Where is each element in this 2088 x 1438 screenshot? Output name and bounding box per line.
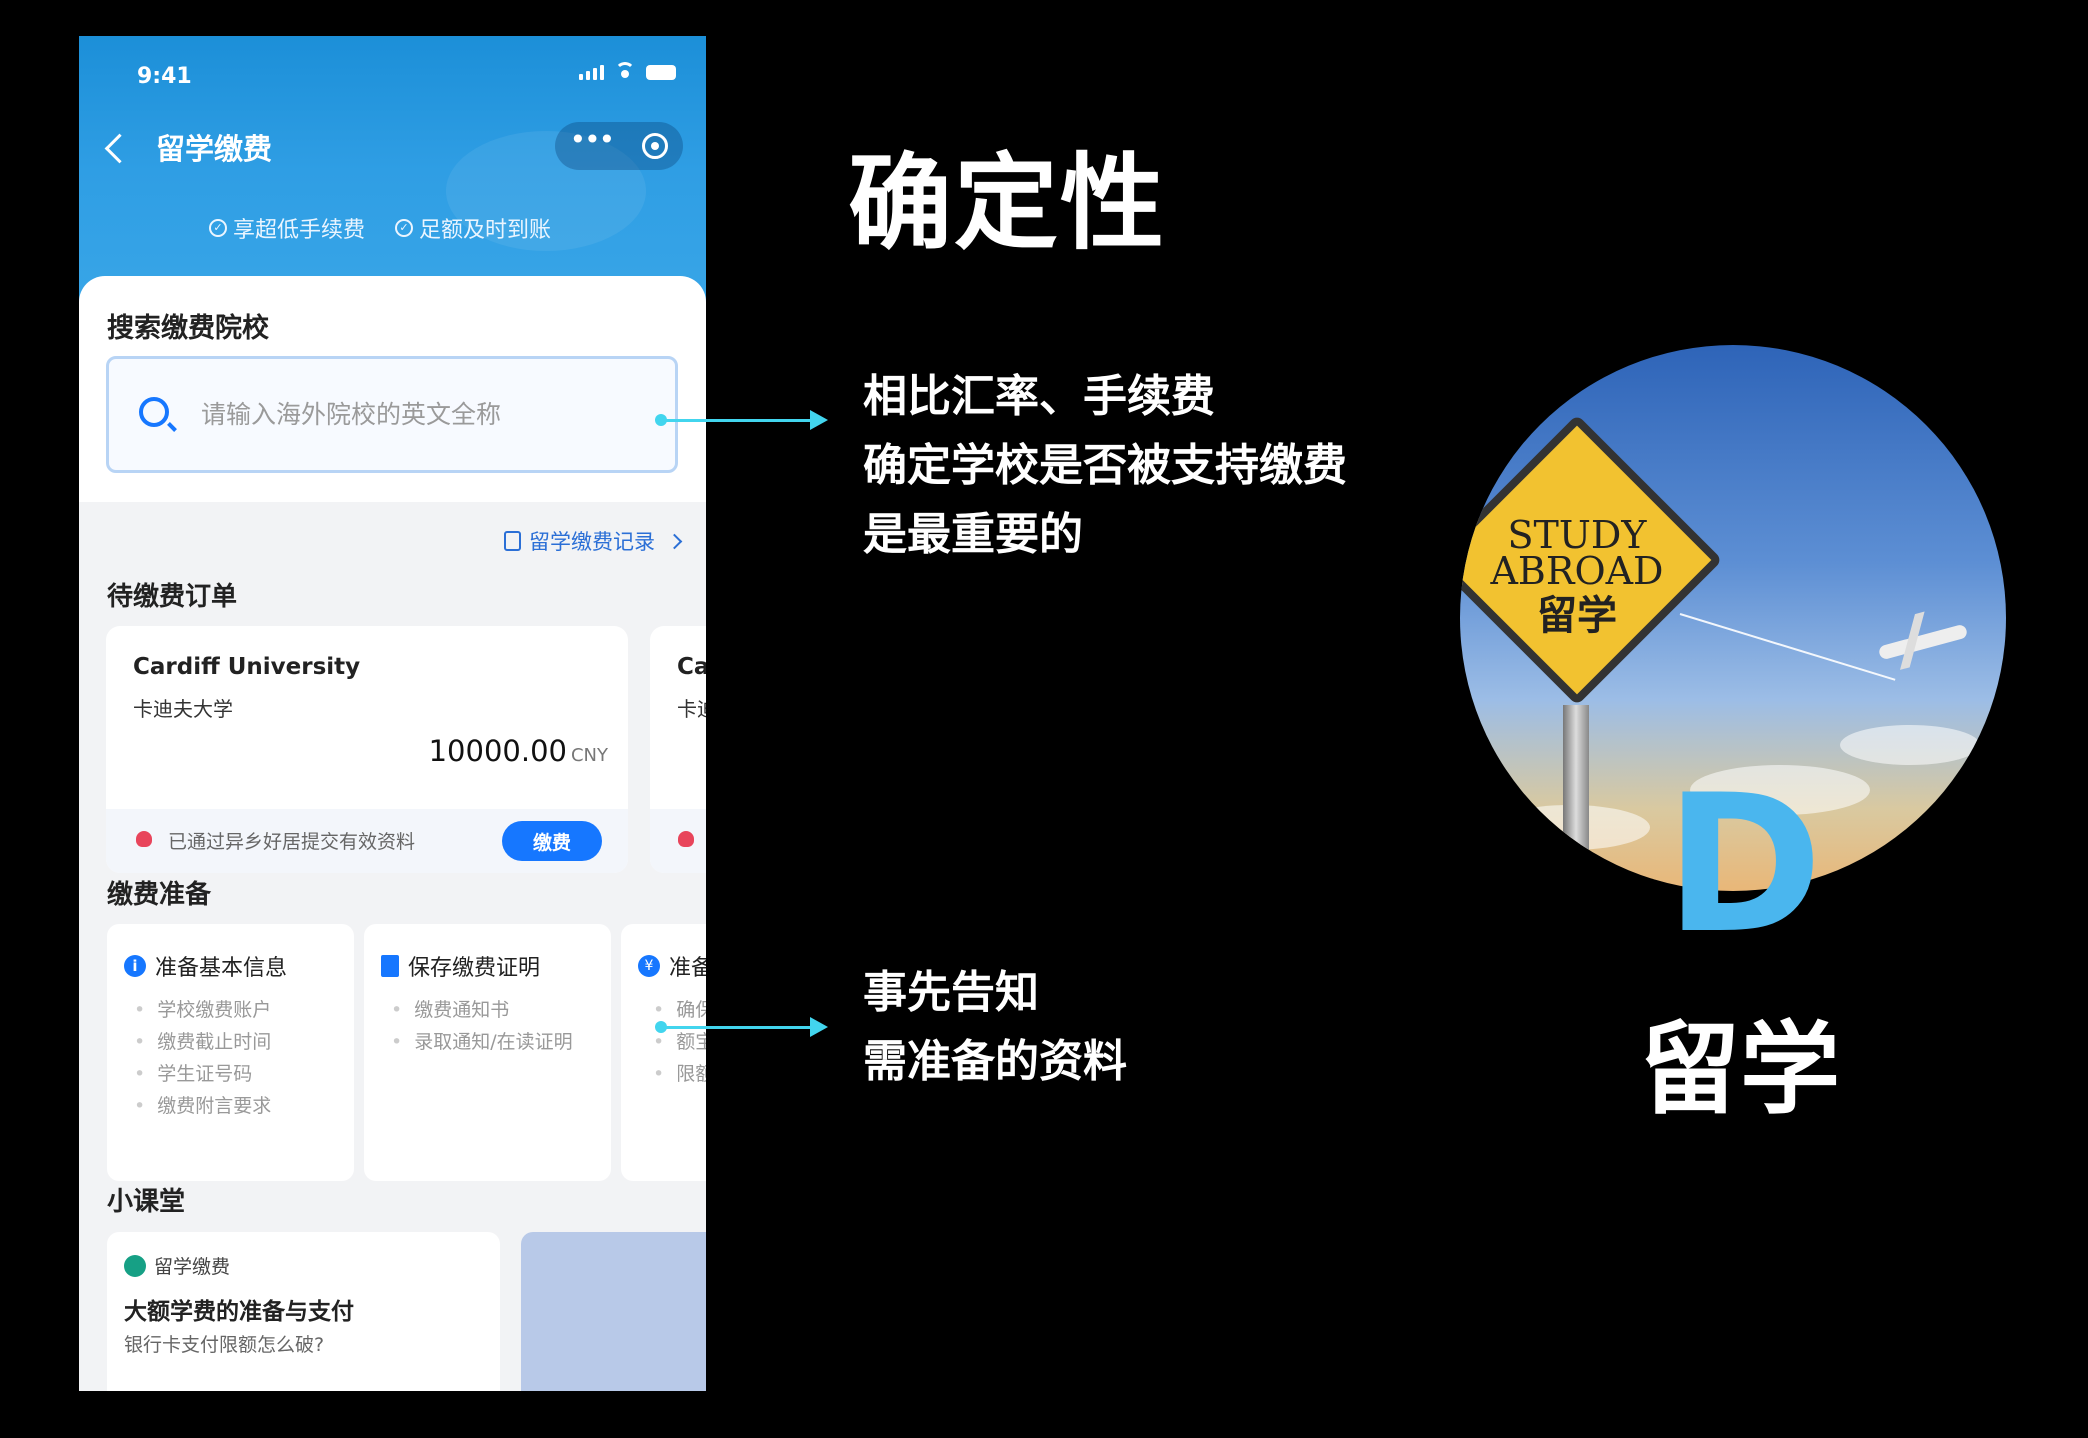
- sign-line-cn: 留学: [1537, 593, 1617, 639]
- mini-class-title: 小课堂: [107, 1187, 186, 1217]
- prep-item: 缴费附言要求: [134, 1090, 271, 1122]
- signal-icon: [579, 65, 604, 80]
- prep-card-title: 准备基本信息: [155, 956, 288, 981]
- order-card-footer: [650, 809, 706, 873]
- order-note: 已通过异乡好居提交有效资料: [168, 831, 416, 853]
- document-icon: [381, 955, 399, 977]
- pending-orders-title: 待缴费订单: [107, 582, 238, 612]
- order-school-name-cn: 卡迪: [677, 697, 706, 721]
- graduation-cap-icon: [124, 1254, 146, 1277]
- class-article-card[interactable]: [521, 1232, 706, 1391]
- prep-item-list: 确保 额宝 限额: [653, 994, 706, 1090]
- check-circle-icon: ✓: [209, 219, 227, 237]
- class-tag-label: 留学缴费: [154, 1256, 231, 1278]
- order-school-name-cn: 卡迪夫大学: [133, 697, 233, 721]
- prep-card-save-proof[interactable]: 保存缴费证明 缴费通知书 录取通知/在读证明: [364, 924, 611, 1181]
- partner-logo-icon: [678, 831, 694, 847]
- prep-card-title: 准备: [669, 956, 706, 981]
- mini-program-capsule: •••: [555, 122, 683, 170]
- annotation-line: 确定学校是否被支持缴费: [863, 440, 1347, 491]
- airplane-icon: [1877, 623, 1969, 661]
- prep-item: 学生证号码: [134, 1058, 271, 1090]
- battery-icon: [646, 65, 676, 80]
- check-circle-icon: ✓: [395, 219, 414, 237]
- annotation-line: 是最重要的: [863, 509, 1083, 560]
- prep-item: 录取通知/在读证明: [391, 1026, 572, 1058]
- prep-card-basic-info[interactable]: i 准备基本信息 学校缴费账户 缴费截止时间 学生证号码 缴费附言要求: [107, 924, 354, 1181]
- info-icon: i: [124, 955, 146, 977]
- yen-icon: ¥: [638, 955, 660, 977]
- road-sign-text: STUDY ABROAD 留学: [1482, 513, 1672, 643]
- badge-full-amount-label: 足额及时到账: [419, 218, 552, 243]
- logo-letter: D: [1665, 754, 1823, 975]
- phone-screen: 9:41 留学缴费 ••• ✓ 享超低手续费 ✓ 足额及时到账 搜索缴费院校 留…: [79, 36, 706, 1391]
- contrail: [1679, 613, 1896, 681]
- logo-name: 留学: [1640, 1011, 1840, 1128]
- close-mini-program-icon[interactable]: [642, 133, 669, 159]
- annotation-line: 相比汇率、手续费: [863, 371, 1215, 422]
- partner-logo-icon: [136, 831, 152, 847]
- payment-records-label: 留学缴费记录: [529, 530, 655, 554]
- badge-full-amount: ✓ 足额及时到账: [395, 212, 551, 244]
- arrow-to-prep: [655, 1017, 828, 1037]
- search-section-title: 搜索缴费院校: [107, 313, 269, 344]
- prep-item-list: 缴费通知书 录取通知/在读证明: [391, 994, 573, 1058]
- class-tag: 留学缴费: [124, 1252, 230, 1279]
- order-school-name: Cardiff University: [133, 654, 361, 680]
- wifi-icon: [614, 62, 636, 80]
- slide-headline: 确定性: [848, 142, 1167, 264]
- prep-item: 学校缴费账户: [134, 994, 271, 1026]
- order-card[interactable]: Cardiff University 卡迪夫大学 10000.00 CNY 已通过…: [106, 626, 628, 873]
- chevron-right-icon: [666, 533, 683, 549]
- badge-low-fee: ✓ 享超低手续费: [209, 212, 365, 244]
- prep-card-header: ¥ 准备: [638, 950, 706, 982]
- order-amount-value: 10000.00: [428, 734, 567, 768]
- search-box[interactable]: [106, 356, 678, 473]
- annotation-search: 相比汇率、手续费 确定学校是否被支持缴费 是最重要的: [863, 362, 1347, 569]
- feature-badges: ✓ 享超低手续费 ✓ 足额及时到账: [209, 212, 551, 244]
- record-list-icon: [504, 531, 521, 551]
- class-article-card[interactable]: 留学缴费 大额学费的准备与支付 银行卡支付限额怎么破?: [107, 1232, 500, 1391]
- order-school-name: Ca: [677, 654, 706, 680]
- sign-line: STUDY: [1507, 513, 1647, 557]
- order-currency: CNY: [570, 745, 608, 766]
- cloud: [1840, 725, 1980, 765]
- payment-prep-title: 缴费准备: [107, 880, 212, 910]
- sign-pole: [1563, 705, 1589, 891]
- prep-card-header: 保存缴费证明: [381, 950, 540, 982]
- page-title: 留学缴费: [156, 132, 273, 166]
- school-search-input[interactable]: [199, 393, 623, 435]
- back-arrow-icon[interactable]: [101, 128, 131, 168]
- search-section: 搜索缴费院校: [79, 276, 706, 502]
- prep-item: 缴费截止时间: [134, 1026, 271, 1058]
- arrow-to-search: [655, 410, 828, 430]
- status-icons: [579, 62, 676, 80]
- order-amount: 10000.00 CNY: [429, 734, 608, 768]
- status-time: 9:41: [137, 64, 192, 89]
- order-card-footer: 已通过异乡好居提交有效资料 缴费: [106, 809, 628, 873]
- class-article-title: 大额学费的准备与支付: [124, 1299, 354, 1325]
- annotation-prep: 事先告知 需准备的资料: [863, 958, 1127, 1096]
- payment-records-link[interactable]: 留学缴费记录: [504, 526, 683, 556]
- more-options-icon[interactable]: •••: [570, 126, 616, 154]
- prep-item: 缴费通知书: [391, 994, 573, 1026]
- prep-card-partial[interactable]: ¥ 准备 确保 额宝 限额: [621, 924, 706, 1181]
- badge-low-fee-label: 享超低手续费: [233, 218, 366, 243]
- annotation-line: 需准备的资料: [863, 1036, 1127, 1087]
- class-article-subtitle: 银行卡支付限额怎么破?: [124, 1334, 325, 1356]
- pay-button[interactable]: 缴费: [502, 821, 602, 861]
- order-card[interactable]: Ca 卡迪: [650, 626, 706, 873]
- prep-item: 限额: [653, 1058, 706, 1090]
- search-icon: [139, 397, 169, 427]
- sign-line: ABROAD: [1490, 549, 1664, 593]
- prep-item-list: 学校缴费账户 缴费截止时间 学生证号码 缴费附言要求: [134, 994, 271, 1122]
- annotation-line: 事先告知: [863, 967, 1039, 1018]
- prep-card-header: i 准备基本信息: [124, 950, 287, 982]
- prep-card-title: 保存缴费证明: [408, 956, 541, 981]
